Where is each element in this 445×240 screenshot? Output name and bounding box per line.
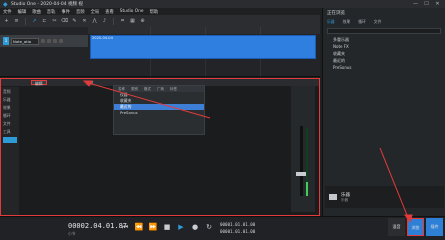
browser-item[interactable]: PreSonus bbox=[323, 64, 445, 71]
menu-event[interactable]: 事件 bbox=[61, 9, 70, 15]
pencil-tool-icon[interactable]: ✎ bbox=[71, 18, 78, 25]
left-tool-label[interactable]: 工具 bbox=[3, 129, 17, 135]
tab-loops[interactable]: 循环 bbox=[358, 19, 366, 25]
browser-item[interactable]: 多重乐器 bbox=[323, 36, 445, 43]
eraser-tool-icon[interactable]: ⌫ bbox=[61, 18, 68, 25]
record-icon[interactable]: ● bbox=[190, 222, 200, 232]
menu-global[interactable]: 全局 bbox=[91, 9, 100, 15]
title-bar: ◆ Studio One - 2020-04-04 视频 视 — ☐ ✕ bbox=[0, 0, 445, 8]
volume-fader-track bbox=[300, 126, 303, 196]
rewind-icon[interactable]: ⏪ bbox=[134, 222, 144, 232]
track-name-field[interactable]: Note_atio bbox=[11, 37, 39, 45]
inspector-icon[interactable]: ≡ bbox=[13, 18, 20, 25]
tab-instruments[interactable]: 乐器 bbox=[327, 19, 335, 25]
menu-file[interactable]: 文件 bbox=[3, 9, 12, 15]
browser-panel: 正在浏览 乐器 效果 循环 文件 多重乐器 Note FX 收藏夹 最近的 Pr… bbox=[322, 8, 445, 216]
tab-files[interactable]: 文件 bbox=[374, 19, 382, 25]
time-display-label: 小节 bbox=[68, 231, 76, 236]
snap-icon[interactable]: ⌗ bbox=[119, 18, 126, 25]
record-arm-button[interactable] bbox=[53, 39, 57, 43]
left-tool-label[interactable]: 循环 bbox=[3, 113, 17, 119]
bend-tool-icon[interactable]: ⋀ bbox=[91, 18, 98, 25]
studio-one-logo-icon: ◆ bbox=[3, 0, 8, 8]
menu-song[interactable]: 歌曲 bbox=[32, 9, 41, 15]
folder-icon bbox=[329, 194, 337, 200]
menu-track[interactable]: 音轨 bbox=[47, 9, 56, 15]
toolbar-divider bbox=[113, 17, 114, 25]
menu-studio-one[interactable]: Studio One bbox=[120, 9, 144, 14]
quantize-icon[interactable]: ▦ bbox=[129, 18, 136, 25]
transport-controls: ⏮ ⏪ ⏩ ■ ▶ ● ↻ bbox=[120, 222, 214, 232]
menu-view[interactable]: 查看 bbox=[105, 9, 114, 15]
browser-search-input[interactable] bbox=[327, 28, 441, 34]
window-title: Studio One - 2020-04-04 视频 视 bbox=[11, 2, 83, 7]
list-item[interactable]: PreSonus bbox=[114, 110, 204, 116]
forward-icon[interactable]: ⏩ bbox=[148, 222, 158, 232]
arrow-tool-icon[interactable]: ➚ bbox=[31, 18, 38, 25]
return-zero-icon[interactable]: ⏮ bbox=[120, 222, 130, 232]
tab-effects[interactable]: 效果 bbox=[343, 19, 351, 25]
browser-item[interactable]: 收藏夹 bbox=[323, 50, 445, 57]
panel-toggle-tabs: 混音 浏览 插件 bbox=[388, 218, 443, 236]
menu-edit[interactable]: 编辑 bbox=[18, 9, 27, 15]
clip-label: 2020-04-04 bbox=[92, 36, 113, 40]
stop-icon[interactable]: ■ bbox=[162, 222, 172, 232]
instrument-browser-popup: 名称 类别 格式 厂商 标签 仪器 收藏夹 最近的 PreSonus bbox=[113, 85, 205, 135]
column-header[interactable]: 格式 bbox=[144, 87, 151, 92]
toolbar-divider bbox=[25, 17, 26, 25]
browse-panel-button[interactable]: 浏览 bbox=[407, 218, 424, 236]
tab-browse[interactable]: 浏览 bbox=[86, 80, 94, 85]
track-header[interactable]: 1 Note_atio bbox=[0, 35, 88, 47]
range-tool-icon[interactable]: ⊏ bbox=[41, 18, 48, 25]
menu-audio[interactable]: 音频 bbox=[76, 9, 85, 15]
minimize-button[interactable]: — bbox=[410, 0, 421, 8]
close-button[interactable]: ✕ bbox=[432, 0, 443, 8]
edit-left-tools: 音频 乐器 效果 循环 文件 工具 bbox=[1, 87, 19, 215]
column-header[interactable]: 名称 bbox=[118, 87, 125, 92]
folder-title: 乐器 bbox=[341, 192, 350, 198]
browser-title: 正在浏览 bbox=[327, 11, 345, 16]
mix-panel-button[interactable]: 混音 bbox=[388, 218, 405, 236]
loop-end-display: 00001.01.01.00 bbox=[220, 229, 256, 234]
column-header[interactable]: 标签 bbox=[170, 87, 177, 92]
tab-edit[interactable]: 编辑 bbox=[31, 80, 47, 86]
zoom-icon[interactable]: ⊕ bbox=[139, 18, 146, 25]
arrange-view[interactable]: 1 Note_atio 2020-04-04 bbox=[0, 27, 320, 77]
folder-subtitle: 乐器 bbox=[341, 197, 348, 202]
timeline-ruler[interactable] bbox=[88, 27, 320, 34]
monitor-button[interactable] bbox=[59, 39, 63, 43]
time-display: 00002.04.01.87 bbox=[68, 222, 128, 230]
channel-strip bbox=[291, 86, 315, 212]
play-icon[interactable]: ▶ bbox=[176, 222, 186, 232]
browser-item[interactable]: 最近的 bbox=[323, 57, 445, 64]
track-number: 1 bbox=[3, 37, 9, 45]
browser-item[interactable]: Note FX bbox=[323, 43, 445, 50]
window-controls: — ☐ ✕ bbox=[410, 0, 443, 8]
left-tool-label[interactable]: 乐器 bbox=[3, 97, 17, 103]
solo-button[interactable] bbox=[47, 39, 51, 43]
column-header[interactable]: 厂商 bbox=[157, 87, 164, 92]
browser-tabs: 乐器 效果 循环 文件 bbox=[323, 18, 445, 26]
listen-tool-icon[interactable]: ♪ bbox=[101, 18, 108, 25]
column-header[interactable]: 类别 bbox=[131, 87, 138, 92]
transport-bar: 00002.04.01.87 小节 ⏮ ⏪ ⏩ ■ ▶ ● ↻ 00001.01… bbox=[0, 216, 445, 240]
add-track-icon[interactable]: + bbox=[3, 18, 10, 25]
left-tool-label[interactable]: 效果 bbox=[3, 105, 17, 111]
loop-start-display: 00001.01.01.00 bbox=[220, 222, 256, 227]
selected-tool-indicator[interactable] bbox=[3, 137, 17, 143]
left-tool-label[interactable]: 文件 bbox=[3, 121, 17, 127]
maximize-button[interactable]: ☐ bbox=[421, 0, 432, 8]
loop-icon[interactable]: ↻ bbox=[204, 222, 214, 232]
plugin-panel-button[interactable]: 插件 bbox=[426, 218, 443, 236]
left-tool-label[interactable]: 音频 bbox=[3, 89, 17, 95]
browser-folder-preview[interactable]: 乐器 乐器 bbox=[325, 186, 444, 208]
menu-help[interactable]: 帮助 bbox=[150, 9, 159, 15]
mute-tool-icon[interactable]: ✕ bbox=[81, 18, 88, 25]
audio-clip[interactable] bbox=[90, 35, 316, 59]
mute-button[interactable] bbox=[41, 39, 45, 43]
level-meter-fill bbox=[306, 182, 308, 196]
menu-bar: 文件 编辑 歌曲 音轨 事件 音频 全局 查看 Studio One 帮助 bbox=[0, 8, 320, 15]
main-toolbar: + ≡ ➚ ⊏ ✂ ⌫ ✎ ✕ ⋀ ♪ ⌗ ▦ ⊕ bbox=[0, 15, 320, 27]
split-tool-icon[interactable]: ✂ bbox=[51, 18, 58, 25]
